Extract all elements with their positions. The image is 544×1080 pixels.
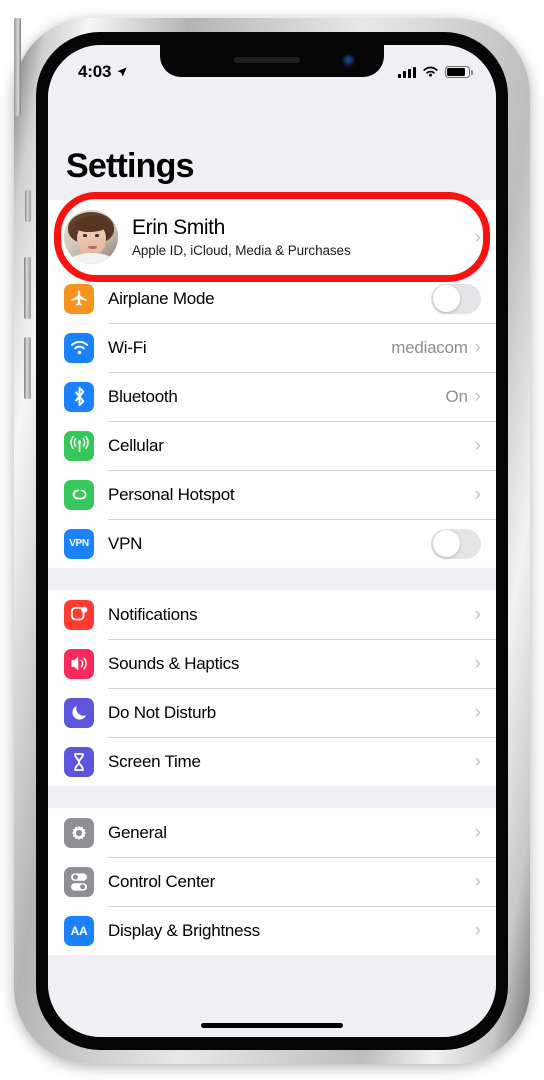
device-frame: 4:03 Settings Erin Smith Apple ID, iClou… (0, 0, 544, 1080)
chevron-right-icon: › (474, 604, 481, 625)
wifi-icon (423, 66, 438, 77)
notch (160, 45, 384, 77)
battery-icon (445, 66, 473, 78)
volume-up-button[interactable] (24, 257, 31, 319)
hourglass-icon (64, 746, 94, 777)
settings-row-label: Wi-Fi (108, 337, 147, 357)
wifi-icon (64, 332, 94, 363)
toggle-switch[interactable] (431, 283, 481, 314)
mute-switch[interactable] (25, 190, 31, 222)
chevron-right-icon: › (474, 702, 481, 723)
volume-down-button[interactable] (24, 337, 31, 399)
section-gap (48, 568, 496, 590)
settings-row-cellular[interactable]: Cellular › (48, 421, 496, 470)
airplane-icon (64, 283, 94, 314)
settings-row-sounds-haptics[interactable]: Sounds & Haptics › (48, 639, 496, 688)
profile-subtitle: Apple ID, iCloud, Media & Purchases (132, 243, 351, 258)
control-center-icon (64, 866, 94, 897)
apple-id-text: Erin Smith Apple ID, iCloud, Media & Pur… (132, 216, 475, 258)
settings-row-label: Screen Time (108, 751, 201, 771)
settings-groups: Airplane Mode Wi-Fi mediacom › Bluetooth On › C… (48, 274, 496, 955)
settings-row-label: VPN (108, 533, 143, 553)
settings-row-label: Sounds & Haptics (108, 653, 240, 673)
front-camera-icon (343, 55, 354, 66)
apple-id-row[interactable]: Erin Smith Apple ID, iCloud, Media & Pur… (48, 200, 496, 274)
cellular-antenna-icon (64, 430, 94, 461)
settings-row-screen-time[interactable]: Screen Time › (48, 737, 496, 786)
settings-row-airplane-mode[interactable]: Airplane Mode (48, 274, 496, 323)
notifications-icon (64, 599, 94, 630)
settings-row-label: Airplane Mode (108, 288, 215, 308)
settings-row-control-center[interactable]: Control Center › (48, 857, 496, 906)
settings-group-system: General › Control Center › AA Display & Brigh… (48, 808, 496, 955)
settings-row-bluetooth[interactable]: Bluetooth On › (48, 372, 496, 421)
phone-screen: 4:03 Settings Erin Smith Apple ID, iClou… (48, 45, 496, 1037)
settings-scroll-view[interactable]: Settings Erin Smith Apple ID, iCloud, Me… (48, 45, 496, 1037)
chevron-right-icon: › (474, 920, 481, 941)
status-bar-left: 4:03 (78, 62, 128, 82)
moon-icon (64, 697, 94, 728)
settings-row-vpn[interactable]: VPN VPN (48, 519, 496, 568)
settings-group-alerts: Notifications › Sounds & Haptics › Do Not Di… (48, 590, 496, 786)
section-gap (48, 786, 496, 808)
page-title: Settings (66, 147, 195, 185)
settings-row-value: mediacom (391, 337, 468, 357)
apple-id-section: Erin Smith Apple ID, iCloud, Media & Pur… (48, 192, 496, 282)
display-aa-icon: AA (64, 915, 94, 946)
chevron-right-icon: › (474, 435, 481, 456)
settings-row-label: Cellular (108, 435, 164, 455)
gear-icon (64, 817, 94, 848)
settings-row-label: Bluetooth (108, 386, 178, 406)
chevron-right-icon: › (474, 653, 481, 674)
home-indicator[interactable] (201, 1023, 343, 1028)
earpiece-speaker-icon (233, 57, 300, 63)
settings-row-label: Do Not Disturb (108, 702, 216, 722)
settings-row-general[interactable]: General › (48, 808, 496, 857)
cellular-signal-icon (397, 66, 416, 78)
settings-row-label: General (108, 822, 167, 842)
settings-row-label: Control Center (108, 871, 216, 891)
profile-name: Erin Smith (132, 216, 225, 239)
speaker-icon (64, 648, 94, 679)
chevron-right-icon: › (474, 386, 481, 407)
settings-row-personal-hotspot[interactable]: Personal Hotspot › (48, 470, 496, 519)
chevron-right-icon: › (474, 871, 481, 892)
settings-row-do-not-disturb[interactable]: Do Not Disturb › (48, 688, 496, 737)
bluetooth-icon (64, 381, 94, 412)
avatar (64, 210, 118, 264)
iphone-body: 4:03 Settings Erin Smith Apple ID, iClou… (14, 18, 530, 1064)
status-bar-right (397, 66, 473, 78)
chevron-right-icon: › (474, 337, 481, 358)
chevron-right-icon: › (474, 484, 481, 505)
toggle-switch[interactable] (431, 528, 481, 559)
chevron-right-icon: › (474, 226, 481, 248)
settings-row-value: On (445, 386, 468, 406)
settings-row-label: Notifications (108, 604, 198, 624)
power-button[interactable] (14, 18, 21, 116)
settings-row-notifications[interactable]: Notifications › (48, 590, 496, 639)
device-bezel: 4:03 Settings Erin Smith Apple ID, iClou… (36, 32, 508, 1050)
settings-row-label: Display & Brightness (108, 920, 260, 940)
status-time: 4:03 (78, 62, 112, 81)
settings-row-display-brightness[interactable]: AA Display & Brightness › (48, 906, 496, 955)
hotspot-link-icon (64, 479, 94, 510)
settings-row-label: Personal Hotspot (108, 484, 235, 504)
settings-group-connectivity: Airplane Mode Wi-Fi mediacom › Bluetooth On › C… (48, 274, 496, 568)
settings-row-wi-fi[interactable]: Wi-Fi mediacom › (48, 323, 496, 372)
chevron-right-icon: › (474, 822, 481, 843)
chevron-right-icon: › (474, 751, 481, 772)
location-arrow-icon (117, 67, 127, 77)
vpn-badge-icon: VPN (64, 528, 94, 559)
